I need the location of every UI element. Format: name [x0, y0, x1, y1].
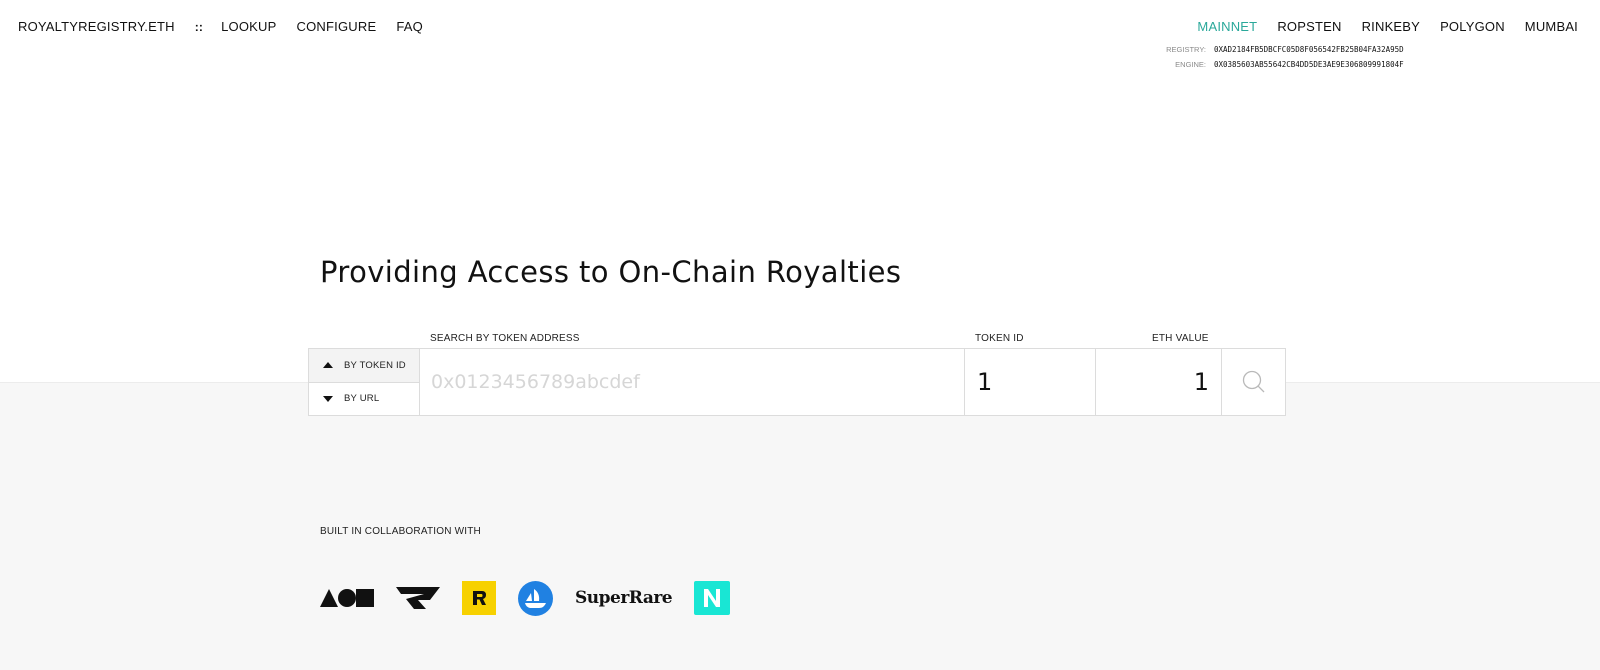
token-address-field — [420, 349, 965, 415]
superrare-wordmark: SuperRare — [575, 588, 673, 608]
network-nav: MAINNET ROPSTEN RINKEBY POLYGON MUMBAI — [1177, 19, 1578, 34]
partner-logos: SuperRare — [320, 580, 752, 616]
main-nav: ROYALTYREGISTRY.ETH :: LOOKUP CONFIGURE … — [18, 19, 443, 34]
network-ropsten[interactable]: ROPSTEN — [1277, 19, 1341, 34]
network-mainnet[interactable]: MAINNET — [1197, 19, 1257, 34]
registry-label: REGISTRY: — [1166, 45, 1206, 54]
nav-link-lookup[interactable]: LOOKUP — [221, 19, 276, 34]
brand-link[interactable]: ROYALTYREGISTRY.ETH — [18, 19, 175, 34]
nav-link-faq[interactable]: FAQ — [396, 19, 423, 34]
search-icon — [1242, 370, 1264, 393]
superrare-logo[interactable]: SuperRare — [575, 588, 673, 608]
mode-by-token-id-label: BY TOKEN ID — [344, 359, 406, 371]
token-address-input[interactable] — [420, 349, 964, 415]
network-mumbai[interactable]: MUMBAI — [1525, 19, 1578, 34]
search-button[interactable] — [1222, 349, 1285, 415]
contract-addresses: REGISTRY: 0XAD2184FB5DBCFC05D8F056542FB2… — [1156, 42, 1404, 72]
eth-value-label: ETH VALUE — [1152, 333, 1209, 344]
async-art-logo[interactable] — [320, 589, 374, 607]
nav-separator: :: — [194, 19, 204, 34]
page-title: Providing Access to On-Chain Royalties — [320, 255, 902, 289]
address-field-label: SEARCH BY TOKEN ADDRESS — [430, 333, 580, 344]
nifty-gateway-logo[interactable] — [694, 581, 731, 615]
eth-value-input[interactable]: 1 — [1096, 349, 1222, 415]
token-id-label: TOKEN ID — [975, 333, 1024, 344]
triangle-up-icon — [323, 362, 333, 369]
search-bar: BY TOKEN ID BY URL 1 1 — [308, 348, 1286, 416]
network-polygon[interactable]: POLYGON — [1440, 19, 1505, 34]
nav-link-configure[interactable]: CONFIGURE — [297, 19, 377, 34]
registry-address: 0XAD2184FB5DBCFC05D8F056542FB25B04FA32A9… — [1214, 45, 1404, 54]
collab-label: BUILT IN COLLABORATION WITH — [320, 526, 481, 537]
network-rinkeby[interactable]: RINKEBY — [1362, 19, 1420, 34]
engine-row: ENGINE: 0X0385603AB55642CB4DD5DE3AE9E306… — [1156, 57, 1404, 72]
bottom-section — [0, 382, 1600, 670]
mode-by-token-id[interactable]: BY TOKEN ID — [309, 349, 419, 383]
opensea-logo[interactable] — [518, 580, 553, 616]
token-id-input[interactable]: 1 — [965, 349, 1096, 415]
rarible-logo[interactable] — [462, 581, 496, 615]
mode-by-url-label: BY URL — [344, 393, 380, 405]
registry-row: REGISTRY: 0XAD2184FB5DBCFC05D8F056542FB2… — [1156, 42, 1404, 57]
foundation-logo[interactable] — [396, 587, 440, 609]
engine-address: 0X0385603AB55642CB4DD5DE3AE9E30680999180… — [1214, 60, 1404, 69]
search-mode-toggle: BY TOKEN ID BY URL — [309, 349, 420, 415]
engine-label: ENGINE: — [1175, 60, 1206, 69]
triangle-down-icon — [323, 395, 333, 402]
mode-by-url[interactable]: BY URL — [309, 383, 419, 416]
